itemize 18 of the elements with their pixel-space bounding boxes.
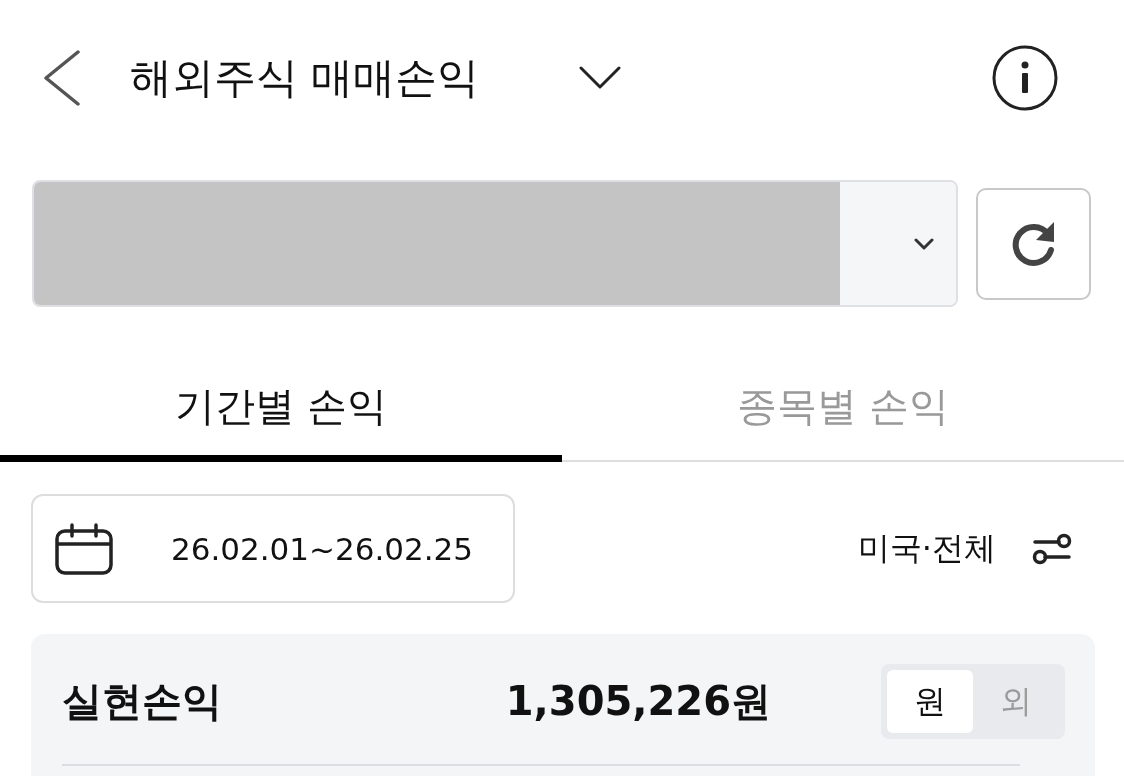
info-icon bbox=[992, 45, 1058, 111]
filter-icon bbox=[1032, 532, 1072, 565]
summary-value: 1,305,226원 bbox=[505, 677, 771, 726]
title-dropdown-button[interactable] bbox=[579, 66, 622, 90]
calendar-icon bbox=[55, 522, 113, 575]
chevron-left-icon bbox=[42, 50, 82, 106]
screen-title: 해외주식 매매손익 bbox=[130, 52, 480, 104]
filter-button[interactable] bbox=[1032, 532, 1072, 565]
market-filter-button[interactable]: 미국·전체 bbox=[857, 526, 996, 571]
info-button[interactable] bbox=[992, 45, 1058, 111]
date-range-button[interactable]: 26.02.01~26.02.25 bbox=[31, 494, 515, 603]
currency-option[interactable]: 원 bbox=[887, 670, 973, 733]
tab[interactable]: 기간별 손익 bbox=[0, 370, 562, 462]
refresh-button[interactable] bbox=[976, 187, 1091, 300]
back-button[interactable] bbox=[42, 50, 82, 106]
chevron-down-icon bbox=[579, 66, 622, 90]
chevron-down-icon bbox=[914, 237, 934, 250]
summary-label: 실현손익 bbox=[62, 677, 222, 726]
